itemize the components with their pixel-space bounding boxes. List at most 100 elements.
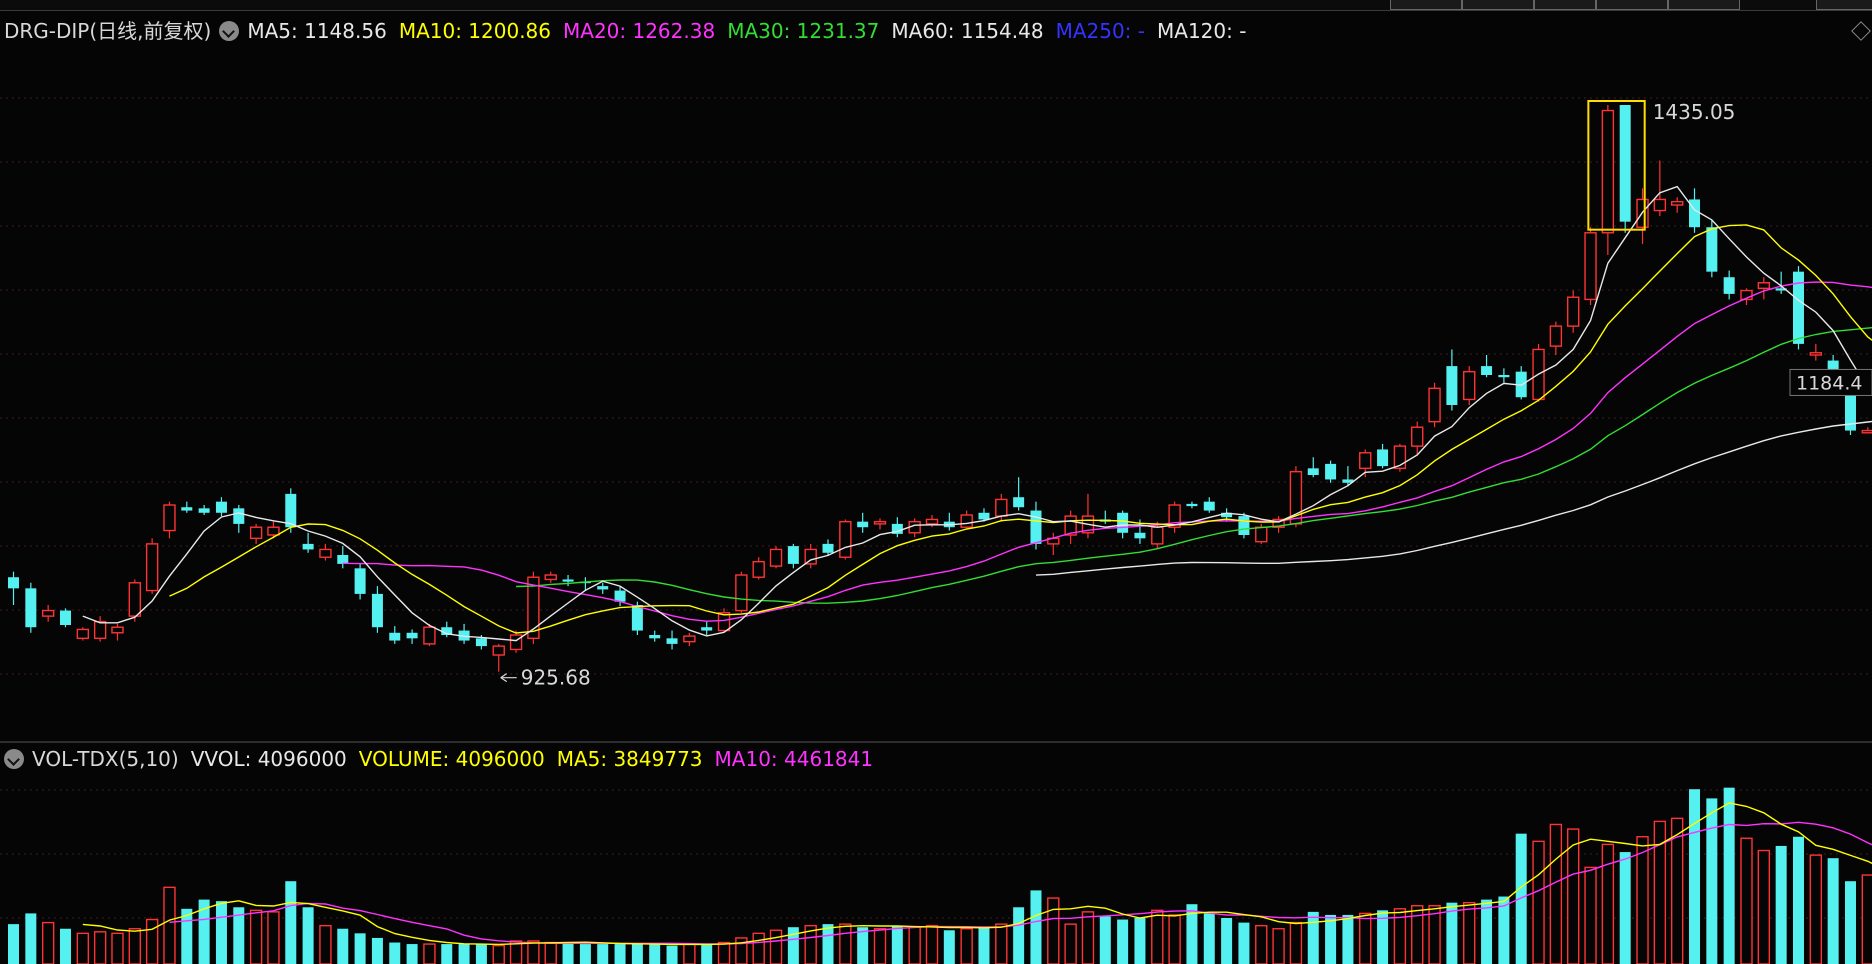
- volume-bar: [1013, 907, 1025, 964]
- volume-bar: [1775, 845, 1787, 964]
- candle-body: [544, 574, 557, 581]
- last-price-label: 1184.4: [1796, 372, 1862, 394]
- volume-bar: [1238, 922, 1250, 964]
- volume-bar: [337, 928, 349, 964]
- volume-bar: [1566, 828, 1580, 964]
- volume-bar: [925, 924, 939, 964]
- volume-bar: [319, 924, 332, 964]
- volume-bar: [614, 944, 626, 964]
- volume-bar: [1723, 787, 1735, 964]
- volume-bar: [769, 929, 783, 964]
- volume-bar: [1411, 905, 1424, 964]
- volume-bar: [873, 928, 887, 964]
- candle-body: [752, 560, 765, 578]
- volume-bar: [631, 944, 643, 964]
- volume-bar: [1047, 897, 1060, 964]
- volume-bar: [579, 944, 591, 964]
- volume-bar: [1342, 914, 1354, 964]
- volume-bar: [544, 941, 557, 964]
- volume-bar: [1549, 823, 1563, 964]
- volume-bar: [1081, 911, 1095, 964]
- volume-bar: [249, 909, 263, 964]
- volume-bar: [111, 932, 124, 964]
- volume-bar: [960, 928, 973, 964]
- volume-bar: [215, 901, 227, 964]
- volume-bar: [1325, 914, 1337, 964]
- candle-body: [1377, 449, 1389, 467]
- volume-bar: [1272, 928, 1285, 964]
- volume-bar: [717, 941, 731, 964]
- volume-bar: [701, 944, 713, 964]
- candle-body: [1325, 463, 1337, 480]
- candle-body: [267, 526, 280, 536]
- candle-body: [1307, 468, 1319, 475]
- candle-body: [735, 574, 748, 612]
- candle-body: [181, 507, 193, 511]
- candle-body: [1809, 352, 1823, 356]
- candle-body: [1013, 497, 1025, 508]
- ma60-line: [1035, 420, 1872, 576]
- candle-body: [198, 508, 210, 513]
- volume-bar: [1255, 924, 1268, 964]
- volume-bar: [475, 944, 487, 964]
- volume-bar: [1064, 923, 1077, 964]
- candle-body: [233, 508, 245, 524]
- candle-body: [873, 520, 887, 525]
- candle-body: [406, 632, 418, 639]
- candle-body: [337, 555, 349, 564]
- candle-body: [995, 498, 1008, 517]
- candle-body: [285, 493, 297, 528]
- volume-bar: [163, 886, 176, 964]
- candle-body: [145, 543, 159, 592]
- volume-bar: [128, 928, 142, 964]
- candle-body: [666, 638, 678, 644]
- volume-bar: [389, 942, 401, 964]
- candle-body: [1359, 452, 1372, 470]
- ma30-line: [516, 326, 1872, 604]
- candle-body: [822, 543, 834, 553]
- candle-body: [925, 518, 939, 525]
- candle-body: [389, 632, 401, 641]
- volume-bar: [93, 931, 107, 964]
- candle-body: [701, 627, 713, 631]
- candle-body: [1706, 227, 1718, 272]
- ma10-line: [169, 224, 1872, 634]
- volume-bar: [1844, 881, 1856, 964]
- volume-bar: [1151, 909, 1164, 964]
- volume-bar: [995, 923, 1008, 964]
- volume-bar: [1134, 918, 1146, 964]
- candle-body: [1255, 526, 1268, 543]
- candle-body: [1134, 532, 1146, 539]
- candle-body: [1498, 375, 1510, 378]
- volume-bar: [562, 942, 574, 964]
- candle-body: [93, 620, 107, 640]
- volume-bar: [492, 944, 505, 964]
- candle-body: [41, 609, 55, 617]
- candle-body: [509, 634, 523, 651]
- candle-body: [839, 520, 852, 558]
- volume-bar: [683, 943, 696, 964]
- candle-body: [1670, 200, 1684, 206]
- candle-body: [1117, 512, 1129, 533]
- candle-body: [857, 521, 869, 528]
- candle-body: [562, 579, 574, 582]
- candle-body: [371, 593, 383, 628]
- volume-bar: [1463, 901, 1476, 964]
- candle-body: [76, 628, 90, 640]
- volume-bar: [145, 918, 159, 964]
- candle-body: [25, 588, 37, 628]
- volume-bar: [1740, 837, 1753, 964]
- volume-bar: [1099, 916, 1111, 964]
- candle-body: [1238, 516, 1250, 535]
- highlight-box: [1587, 100, 1646, 231]
- stock-chart: 1435.05 925.68 1184.4: [0, 97, 1872, 964]
- candle-body: [249, 526, 263, 540]
- volume-bar: [371, 937, 383, 964]
- candle-body: [8, 577, 19, 589]
- candle-body: [319, 548, 332, 558]
- volume-bar: [285, 881, 297, 964]
- ma20-line: [342, 281, 1872, 622]
- volume-bar: [267, 911, 280, 964]
- volume-bar: [1532, 840, 1545, 964]
- volume-bar: [597, 944, 609, 964]
